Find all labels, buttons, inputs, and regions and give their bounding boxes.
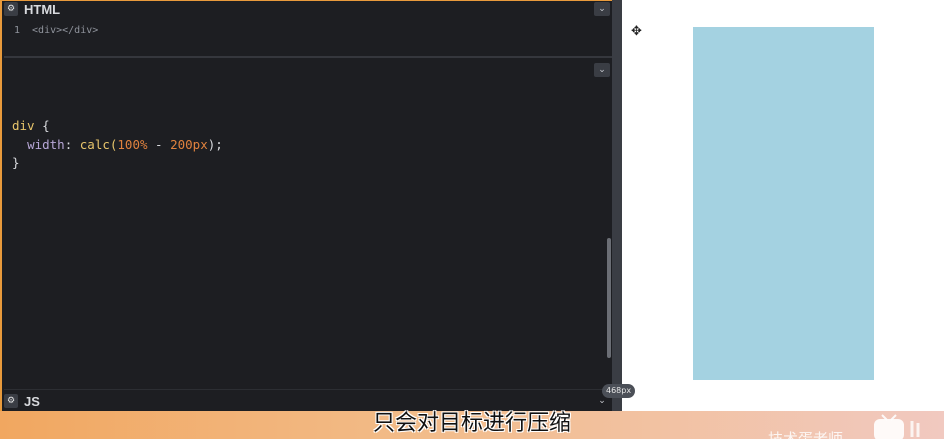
html-editor[interactable]: 1 <div></div> xyxy=(4,21,612,55)
css-function: calc( xyxy=(79,136,118,152)
chevron-down-icon[interactable]: ⌄ xyxy=(594,63,610,77)
preview-div-box xyxy=(693,27,874,380)
css-open-brace: { xyxy=(34,118,50,133)
css-editor[interactable]: div { width: calc(100% - 200px); } xyxy=(12,117,223,173)
width-badge: 468px xyxy=(602,384,636,398)
gear-icon[interactable]: ⚙ xyxy=(4,394,18,408)
code-editor-column: ⚙ HTML ⌄ 1 <div></div> ⌄ div { width: ca… xyxy=(0,0,621,411)
css-property: width xyxy=(27,136,65,152)
css-number: 200px xyxy=(170,136,208,152)
css-editor-scrollbar[interactable] xyxy=(607,238,611,358)
channel-watermark: 技术蛋老师 xyxy=(768,430,844,439)
gear-icon[interactable]: ⚙ xyxy=(4,2,18,16)
css-terminator: ); xyxy=(207,136,223,152)
resize-gutter[interactable] xyxy=(612,0,622,411)
css-operator: - xyxy=(147,136,171,152)
html-panel-title: HTML xyxy=(24,1,61,17)
move-cursor-icon: ✥ xyxy=(631,24,642,39)
result-preview: ✥ xyxy=(622,0,944,411)
css-colon: : xyxy=(64,136,80,152)
css-selector: div xyxy=(12,118,35,133)
css-number: 100% xyxy=(117,136,148,152)
css-panel-header[interactable]: ⌄ xyxy=(4,62,612,78)
chevron-down-icon[interactable]: ⌄ xyxy=(594,2,610,16)
js-panel-header[interactable]: ⚙ JS ⌄ xyxy=(4,389,614,411)
html-panel-header[interactable]: ⚙ HTML ⌄ xyxy=(4,1,612,17)
line-number: 1 xyxy=(14,25,21,36)
js-panel-header-row[interactable]: ⚙ JS ⌄ xyxy=(4,393,612,409)
panel-divider[interactable] xyxy=(4,56,614,58)
tv-logo-icon xyxy=(874,414,920,439)
js-panel-title: JS xyxy=(24,393,40,409)
css-close-brace: } xyxy=(12,155,20,170)
html-code-line[interactable]: <div></div> xyxy=(32,25,98,55)
css-indent xyxy=(12,137,27,152)
